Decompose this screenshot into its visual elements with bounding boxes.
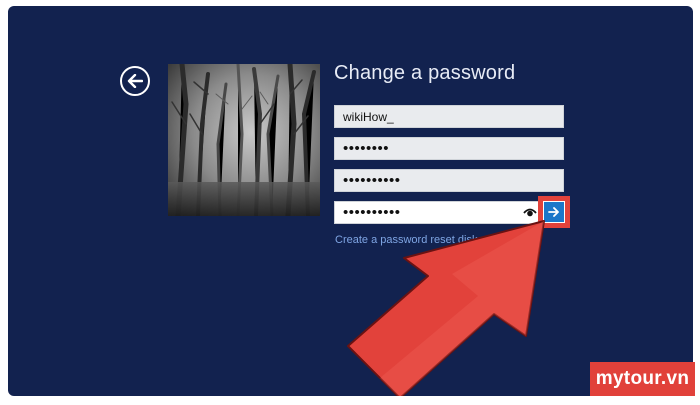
- red-pointer-arrow-icon: [347, 220, 545, 396]
- login-screen: Change a password wikiHow_ •••••••• ••••…: [8, 6, 693, 396]
- watermark-logo: mytour.vn: [590, 362, 695, 396]
